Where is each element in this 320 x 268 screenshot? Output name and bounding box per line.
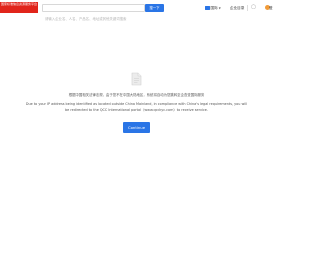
company-directory-link[interactable]: 企业目录 <box>230 5 244 12</box>
continue-button[interactable]: Continue <box>123 122 150 133</box>
location-selector[interactable]: 国际 ▼ <box>205 5 221 12</box>
location-label: 国际 <box>210 5 218 10</box>
globe-icon <box>205 5 210 11</box>
logo[interactable]: 国家标准信息资源服务平台 <box>0 2 38 13</box>
bell-icon[interactable]: ◯ <box>251 5 256 11</box>
notice-message-cn: 根据中国相关法律法规，由于您不在中国大陆地区，系统将自动为您跳转至企查查国际服务 <box>68 93 205 97</box>
header: 国家标准信息资源服务平台 搜一下 国际 ▼ 企业目录 ◯ 登 <box>0 0 273 22</box>
search-box <box>42 4 145 22</box>
page: 国家标准信息资源服务平台 搜一下 国际 ▼ 企业目录 ◯ 登 根据中国相关法律法… <box>0 0 273 268</box>
divider <box>247 5 248 11</box>
search-input[interactable] <box>43 16 144 22</box>
search-button[interactable]: 搜一下 <box>145 4 164 12</box>
chevron-down-icon: ▼ <box>218 6 221 10</box>
notice-message-en: Due to your IP address being identified … <box>25 102 248 112</box>
login-link[interactable]: 登 <box>269 5 273 12</box>
document-icon <box>131 72 142 86</box>
